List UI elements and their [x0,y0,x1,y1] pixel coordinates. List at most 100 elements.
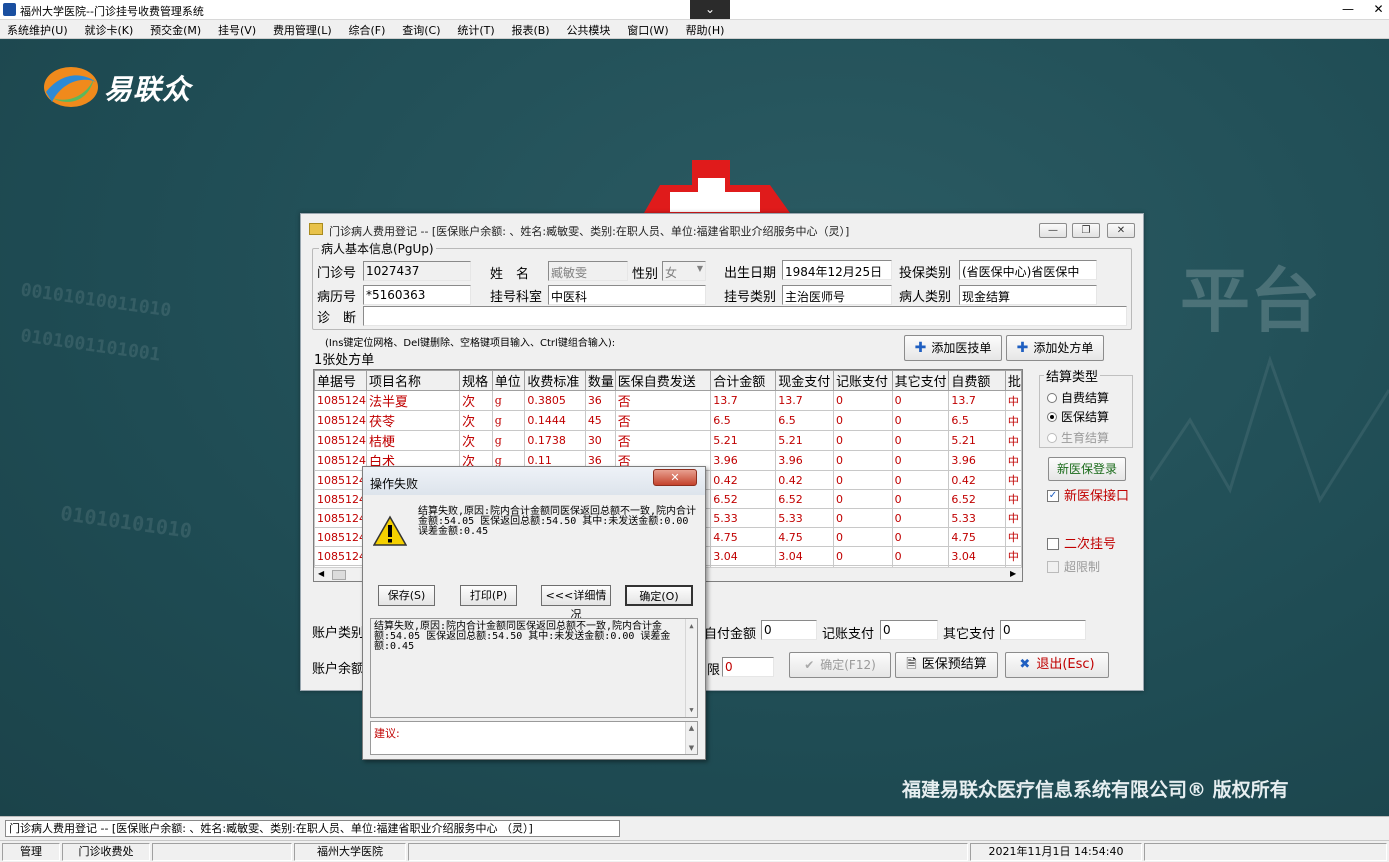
table-cell[interactable]: g [491,410,526,431]
table-cell[interactable]: g [491,390,526,411]
table-cell[interactable]: 0.42 [948,470,1006,490]
patient-type-field[interactable]: 现金结算 [959,285,1097,305]
table-cell[interactable]: 0 [891,410,950,431]
menu-card[interactable]: 就诊卡(K) [77,20,139,38]
table-cell[interactable]: 36 [584,390,616,411]
col-header[interactable]: 批 [1004,370,1022,391]
gender-select[interactable]: 女 ▼ [662,261,706,281]
table-cell[interactable]: 中 [1004,410,1022,431]
second-registration-checkbox[interactable]: 二次挂号 [1047,533,1116,552]
col-header[interactable]: 自费额 [948,370,1006,391]
table-cell[interactable]: 中 [1004,546,1022,566]
vertical-scrollbar[interactable]: ▲ ▼ [685,722,697,754]
settle-self-radio[interactable]: 自费结算 [1047,389,1109,406]
table-cell[interactable]: 中 [1004,508,1022,528]
table-cell[interactable]: 13.7 [710,390,777,411]
table-cell[interactable]: 0 [891,390,950,411]
table-cell[interactable]: 茯苓 [365,410,461,431]
table-cell[interactable]: g [491,430,526,451]
table-cell[interactable]: 0 [832,410,893,431]
menu-reports[interactable]: 报表(B) [504,20,555,38]
menu-deposit[interactable]: 预交金(M) [143,20,207,38]
limit-field[interactable]: 0 [722,657,774,677]
table-cell[interactable]: 0 [891,489,950,509]
minimize-button[interactable]: — [1039,223,1067,238]
table-cell[interactable]: 0 [832,430,893,451]
table-cell[interactable]: 0 [891,546,950,566]
table-cell[interactable]: 桔梗 [365,430,461,451]
table-cell[interactable]: 0 [832,470,893,490]
scroll-down-icon[interactable]: ▼ [686,705,697,715]
table-cell[interactable]: 0 [891,527,950,547]
table-cell[interactable]: 否 [614,390,712,411]
col-header[interactable]: 合计金额 [710,370,777,391]
minimize-icon[interactable]: — [1328,0,1368,19]
insurance-presettle-button[interactable]: 🗎 医保预结算 [895,652,998,678]
col-header[interactable]: 现金支付 [775,370,834,391]
table-cell[interactable]: 0.1444 [524,410,586,431]
menu-window[interactable]: 窗口(W) [620,20,674,38]
table-cell[interactable]: 6.5 [710,410,777,431]
table-cell[interactable]: 1085124 [314,527,367,547]
col-header[interactable]: 规格 [459,370,493,391]
new-insurance-login-button[interactable]: 新医保登录 [1048,457,1126,481]
table-cell[interactable]: 0 [891,470,950,490]
scroll-right-icon[interactable]: ▶ [1010,569,1016,578]
table-cell[interactable]: 0 [832,508,893,528]
col-header[interactable]: 医保自费发送 [614,370,712,391]
scroll-down-icon[interactable]: ▼ [686,744,697,752]
col-header[interactable]: 单位 [491,370,526,391]
table-cell[interactable]: 中 [1004,450,1022,471]
table-cell[interactable]: 45 [584,410,616,431]
col-header[interactable]: 单据号 [314,370,367,391]
table-cell[interactable]: 0 [832,527,893,547]
table-cell[interactable]: 1085124 [314,450,367,471]
table-cell[interactable]: 1085124 [314,489,367,509]
diagnosis-field[interactable] [363,306,1127,326]
table-cell[interactable]: 3.04 [948,546,1006,566]
table-cell[interactable]: 0 [832,390,893,411]
details-button[interactable]: <<<详细情况 [541,585,611,621]
table-cell[interactable]: 中 [1004,430,1022,451]
add-prescription-button[interactable]: ✚ 添加处方单 [1006,335,1104,361]
table-cell[interactable]: 1085124 [314,508,367,528]
print-button[interactable]: 打印(P) [460,585,517,606]
reg-type-field[interactable]: 主治医师号 [782,285,892,305]
col-header[interactable]: 数量 [584,370,616,391]
col-header[interactable]: 项目名称 [365,370,461,391]
chevron-down-icon[interactable]: ▼ [697,264,703,273]
menu-general[interactable]: 综合(F) [341,20,391,38]
table-cell[interactable]: 5.21 [710,430,777,451]
menu-help[interactable]: 帮助(H) [679,20,731,38]
exit-button[interactable]: ✖ 退出(Esc) [1005,652,1109,678]
menu-fees[interactable]: 费用管理(L) [266,20,338,38]
self-amount-field[interactable]: 0 [761,620,817,640]
table-cell[interactable]: 次 [459,390,493,411]
acct-pay-field[interactable]: 0 [880,620,938,640]
dept-field[interactable]: 中医科 [548,285,706,305]
restore-button[interactable]: ❐ [1072,223,1100,238]
table-cell[interactable]: 0 [891,508,950,528]
table-cell[interactable]: 13.7 [775,390,834,411]
table-cell[interactable]: 否 [614,430,712,451]
table-row[interactable]: 1085124 桔梗次 g 0.1738 30 否 5.21 5.21 0 0 5.21 中 [314,430,1022,451]
table-cell[interactable]: 0 [832,450,893,471]
record-no-field[interactable]: *5160363 [363,285,471,305]
table-cell[interactable]: 3.04 [710,546,777,566]
name-field[interactable]: 臧敏雯 [548,261,628,281]
table-cell[interactable]: 3.04 [775,546,834,566]
table-cell[interactable]: 中 [1004,527,1022,547]
table-cell[interactable]: 次 [459,410,493,431]
table-cell[interactable]: 否 [614,410,712,431]
table-cell[interactable]: 6.52 [948,489,1006,509]
table-cell[interactable]: 0 [891,450,950,471]
save-button[interactable]: 保存(S) [378,585,435,606]
ok-button[interactable]: 确定(O) [625,585,693,606]
scroll-up-icon[interactable]: ▲ [686,619,697,631]
table-cell[interactable]: 4.75 [710,527,777,547]
table-cell[interactable]: 1085124 [314,430,367,451]
vertical-scrollbar[interactable]: ▲ ▼ [685,619,697,717]
table-cell[interactable]: 3.96 [710,450,777,471]
col-header[interactable]: 其它支付 [891,370,950,391]
menu-query[interactable]: 查询(C) [395,20,446,38]
